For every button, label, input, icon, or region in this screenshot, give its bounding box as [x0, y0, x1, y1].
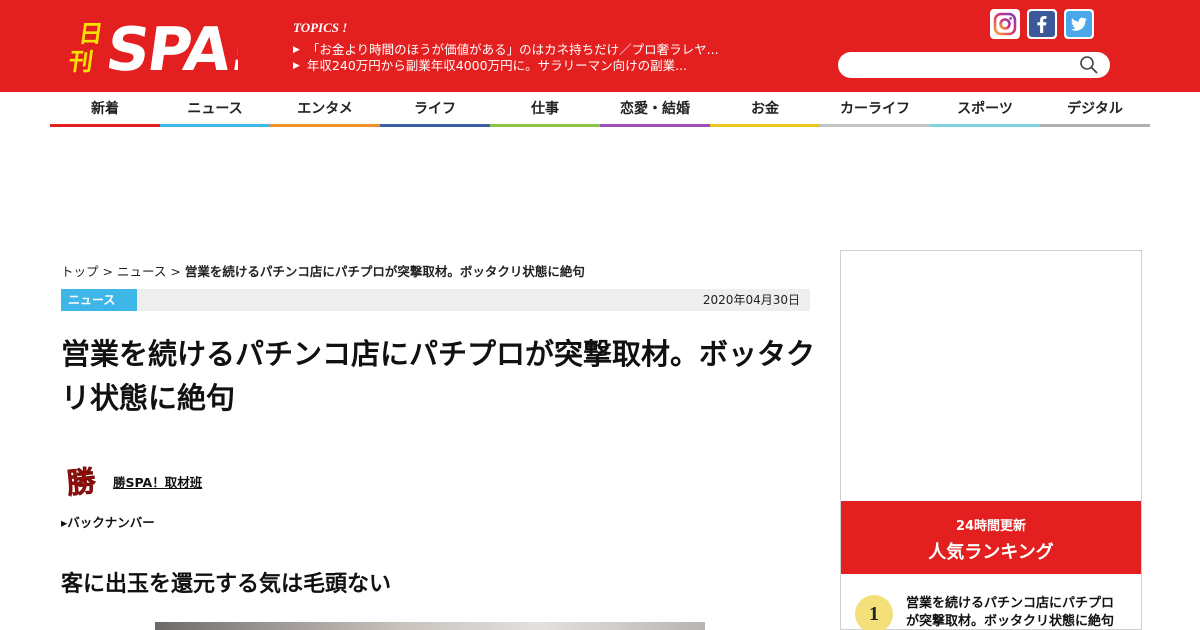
- site-header: 日 刊 SPA! TOPICS ! ▶ 「お金より時間のほうが価値がある」のはカ…: [0, 0, 1200, 92]
- ranking-item-title: 営業を続けるパチンコ店にパチプロが突撃取材。ボッタクリ状態に絶句: [906, 596, 1115, 629]
- author-link[interactable]: 勝SPA！取材班: [113, 472, 202, 491]
- author-avatar-glyph: 勝: [65, 463, 98, 500]
- nav-item-0[interactable]: 新着: [50, 92, 160, 127]
- ranking-item[interactable]: 1 営業を続けるパチンコ店にパチプロが突撃取材。ボッタクリ状態に絶句: [855, 595, 1135, 630]
- category-nav: 新着 ニュース エンタメ ライフ 仕事 恋愛・結婚 お金 カーライフ スポーツ デジタル: [50, 92, 1150, 127]
- article-meta-bar: ニュース 2020年04月30日: [61, 289, 810, 311]
- topic-link[interactable]: ▶ 「お金より時間のほうが価値がある」のはカネ持ちだけ／プロ奢ラレヤ...: [293, 42, 719, 58]
- breadcrumb-separator: >: [170, 264, 181, 279]
- twitter-icon[interactable]: [1064, 9, 1094, 39]
- ranking-title: 人気ランキング: [928, 542, 1054, 563]
- search-icon[interactable]: [1078, 55, 1100, 75]
- breadcrumb-current: 営業を続けるパチンコ店にパチプロが突撃取材。ボッタクリ状態に絶句: [184, 264, 585, 279]
- category-badge[interactable]: ニュース: [61, 289, 137, 311]
- logo-spa: SPA!: [102, 15, 238, 76]
- author-avatar: 勝: [65, 463, 99, 501]
- topic-link[interactable]: ▶ 年収240万円から副業年収4000万円に。サラリーマン向けの副業...: [293, 58, 719, 74]
- sidebar-ranking-box: 24時間更新 人気ランキング 1 営業を続けるパチンコ店にパチプロが突撃取材。ボ…: [840, 250, 1142, 630]
- ranking-subtitle: 24時間更新: [955, 519, 1027, 534]
- nav-item-8[interactable]: スポーツ: [930, 92, 1040, 127]
- topic-text: 年収240万円から副業年収4000万円に。サラリーマン向けの副業...: [306, 58, 688, 73]
- nav-item-2[interactable]: エンタメ: [270, 92, 380, 127]
- social-links: [990, 9, 1094, 39]
- nav-item-3[interactable]: ライフ: [380, 92, 490, 127]
- article-title: 営業を続けるパチンコ店にパチプロが突撃取材。ボッタクリ状態に絶句: [61, 337, 816, 415]
- play-triangle-icon: ▶: [293, 61, 300, 71]
- ranking-header: 24時間更新 人気ランキング: [841, 501, 1141, 574]
- nav-item-4[interactable]: 仕事: [490, 92, 600, 127]
- facebook-icon[interactable]: [1027, 9, 1057, 39]
- nav-item-1[interactable]: ニュース: [160, 92, 270, 127]
- nav-item-9[interactable]: デジタル: [1040, 92, 1150, 127]
- nav-item-7[interactable]: カーライフ: [820, 92, 930, 127]
- nav-item-6[interactable]: お金: [710, 92, 820, 127]
- breadcrumb-top-link[interactable]: トップ: [61, 264, 99, 279]
- play-triangle-icon: ▶: [293, 45, 300, 55]
- topics-title: TOPICS !: [293, 20, 348, 35]
- breadcrumb: トップ > ニュース > 営業を続けるパチンコ店にパチプロが突撃取材。ボッタクリ…: [61, 261, 585, 280]
- logo-nikkan-top: 日: [77, 20, 105, 48]
- rank-number-badge: 1: [855, 595, 893, 630]
- author-block: 勝 勝SPA！取材班: [61, 461, 203, 501]
- breadcrumb-separator: >: [102, 264, 113, 279]
- instagram-icon[interactable]: [990, 9, 1020, 39]
- breadcrumb-category-link[interactable]: ニュース: [117, 264, 166, 279]
- publish-date: 2020年04月30日: [702, 293, 800, 307]
- logo-nikkan-bottom: 刊: [68, 48, 95, 76]
- backnumber-link[interactable]: ▸バックナンバー: [61, 512, 155, 531]
- site-logo[interactable]: 日 刊 SPA!: [68, 12, 238, 76]
- article-photo: [155, 622, 705, 630]
- search-input[interactable]: [852, 52, 1072, 78]
- nav-item-5[interactable]: 恋愛・結婚: [600, 92, 710, 127]
- article-subheading: 客に出玉を還元する気は毛頭ない: [61, 572, 392, 597]
- topics-block: TOPICS ! ▶ 「お金より時間のほうが価値がある」のはカネ持ちだけ／プロ奢…: [293, 20, 719, 74]
- search-box: [838, 52, 1110, 78]
- topic-text: 「お金より時間のほうが価値がある」のはカネ持ちだけ／プロ奢ラレヤ...: [306, 42, 719, 57]
